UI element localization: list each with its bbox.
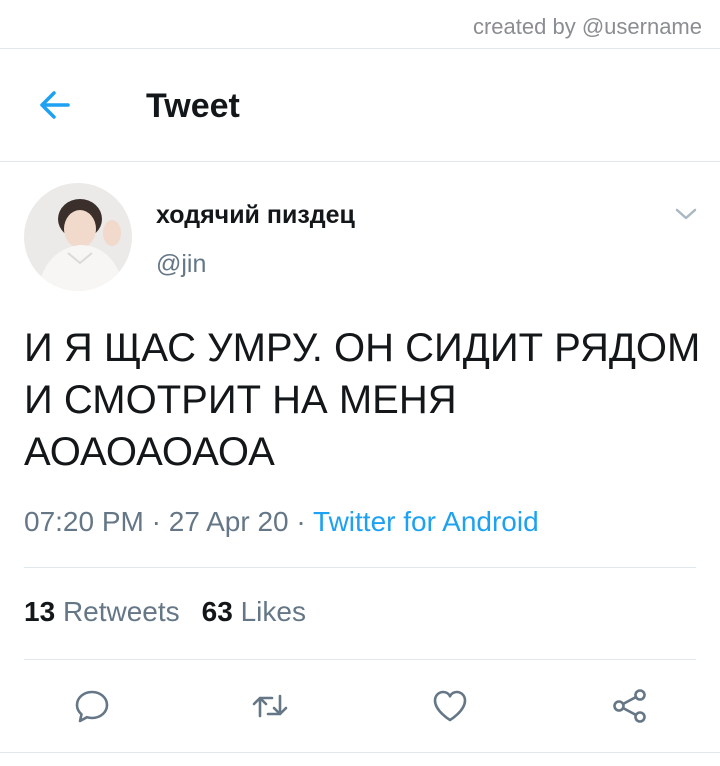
- likes-label: Likes: [240, 596, 306, 627]
- page-title: Tweet: [146, 87, 240, 125]
- tweet-date: 27 Apr 20: [168, 506, 289, 537]
- watermark-text: created by @username: [472, 14, 702, 39]
- like-button[interactable]: [430, 686, 470, 726]
- more-options-button[interactable]: [672, 200, 700, 228]
- tweet-time: 07:20 PM: [24, 506, 144, 537]
- tweet-source-link[interactable]: Twitter for Android: [313, 506, 539, 537]
- retweets-label: Retweets: [62, 596, 180, 627]
- action-bar: [0, 676, 720, 736]
- divider: [24, 567, 696, 568]
- like-icon: [433, 690, 467, 722]
- back-button[interactable]: [34, 85, 74, 125]
- share-button[interactable]: [610, 686, 650, 726]
- retweet-button[interactable]: [250, 686, 290, 726]
- share-icon: [613, 689, 646, 723]
- retweets-count: 13: [24, 596, 56, 627]
- user-handle[interactable]: @jin: [156, 250, 206, 279]
- retweets-stat[interactable]: 13 Retweets: [24, 596, 180, 627]
- retweet-icon: [252, 694, 288, 718]
- tweet-text: И Я ЩАС УМРУ. ОН СИДИТ РЯДОМ И СМОТРИТ Н…: [24, 326, 701, 474]
- avatar[interactable]: [24, 183, 132, 291]
- header: Tweet: [0, 49, 720, 162]
- display-name[interactable]: ходячий пиздец: [156, 201, 355, 230]
- reply-button[interactable]: [72, 686, 112, 726]
- divider: [24, 659, 696, 660]
- tweet-stats: 13 Retweets 63 Likes: [24, 596, 306, 628]
- divider: [0, 752, 720, 753]
- reply-icon: [75, 690, 109, 723]
- likes-stat[interactable]: 63 Likes: [202, 596, 306, 627]
- watermark-bar: created by @username: [0, 0, 720, 49]
- meta-separator: ·: [151, 506, 161, 537]
- chevron-down-icon: [675, 208, 697, 220]
- tweet-meta: 07:20 PM · 27 Apr 20 · Twitter for Andro…: [24, 506, 539, 538]
- likes-count: 63: [201, 596, 233, 627]
- arrow-left-icon: [40, 91, 70, 119]
- meta-separator: ·: [296, 506, 306, 537]
